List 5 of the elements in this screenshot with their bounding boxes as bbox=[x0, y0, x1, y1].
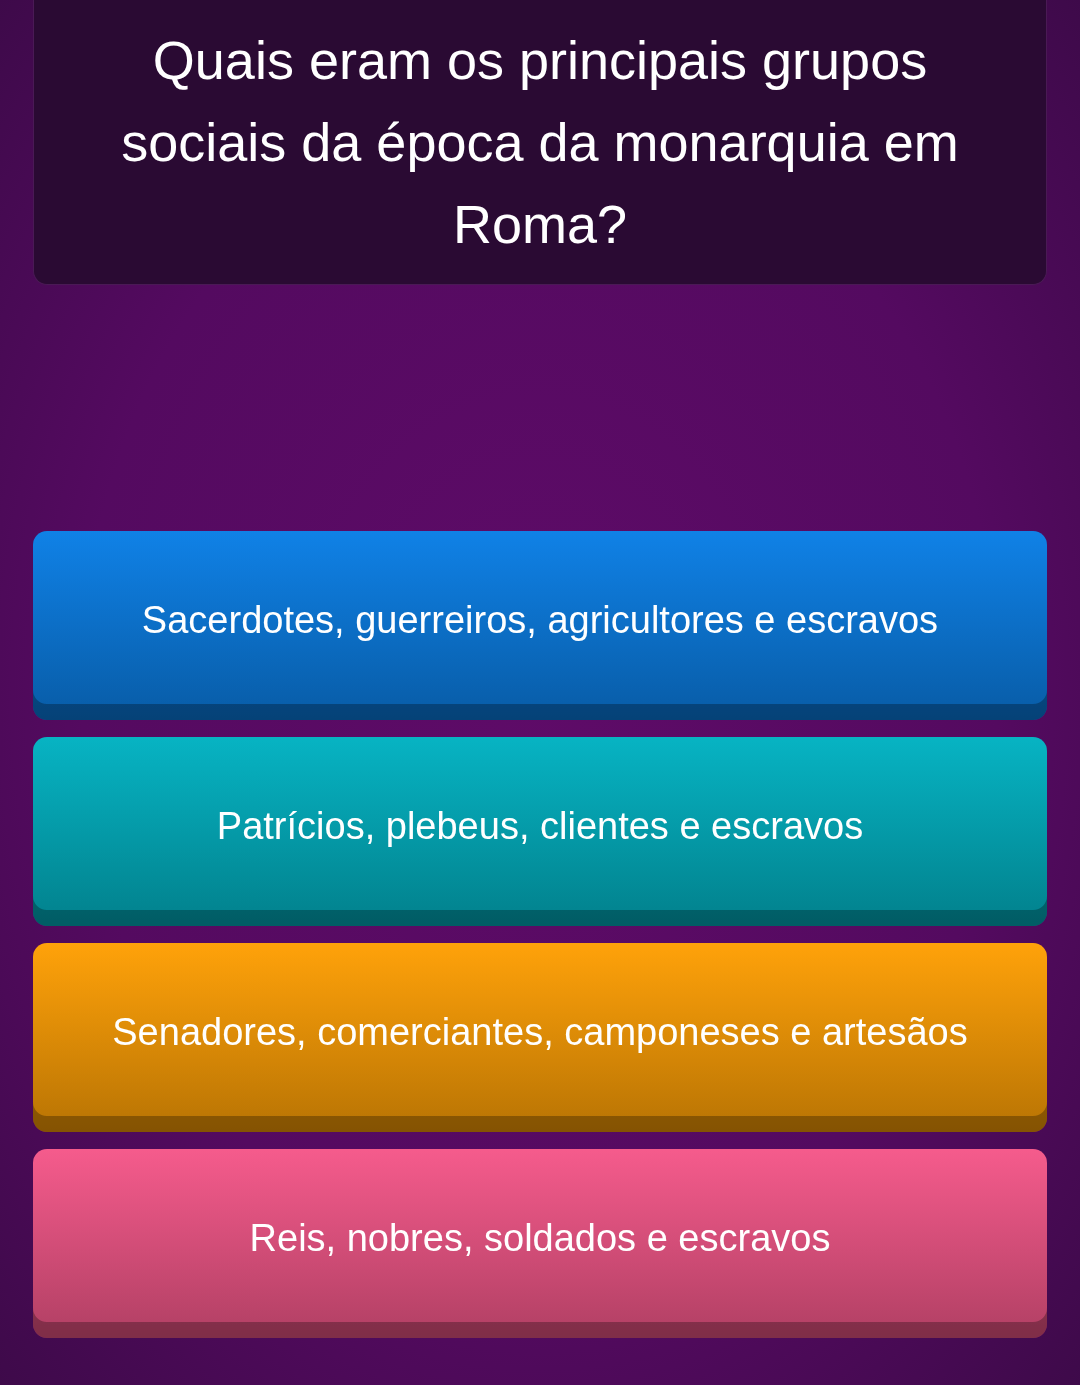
answer-button[interactable]: Senadores, comerciantes, camponeses e artesãos bbox=[33, 943, 1047, 1132]
answer-button[interactable]: Sacerdotes, guerreiros, agricultores e escravos bbox=[33, 531, 1047, 720]
answer-button[interactable]: Reis, nobres, soldados e escravos bbox=[33, 1149, 1047, 1338]
answer-button[interactable]: Patrícios, plebeus, clientes e escravos bbox=[33, 737, 1047, 926]
question-text: Quais eram os principais grupos sociais da época da monarquia em Roma? bbox=[120, 29, 960, 256]
